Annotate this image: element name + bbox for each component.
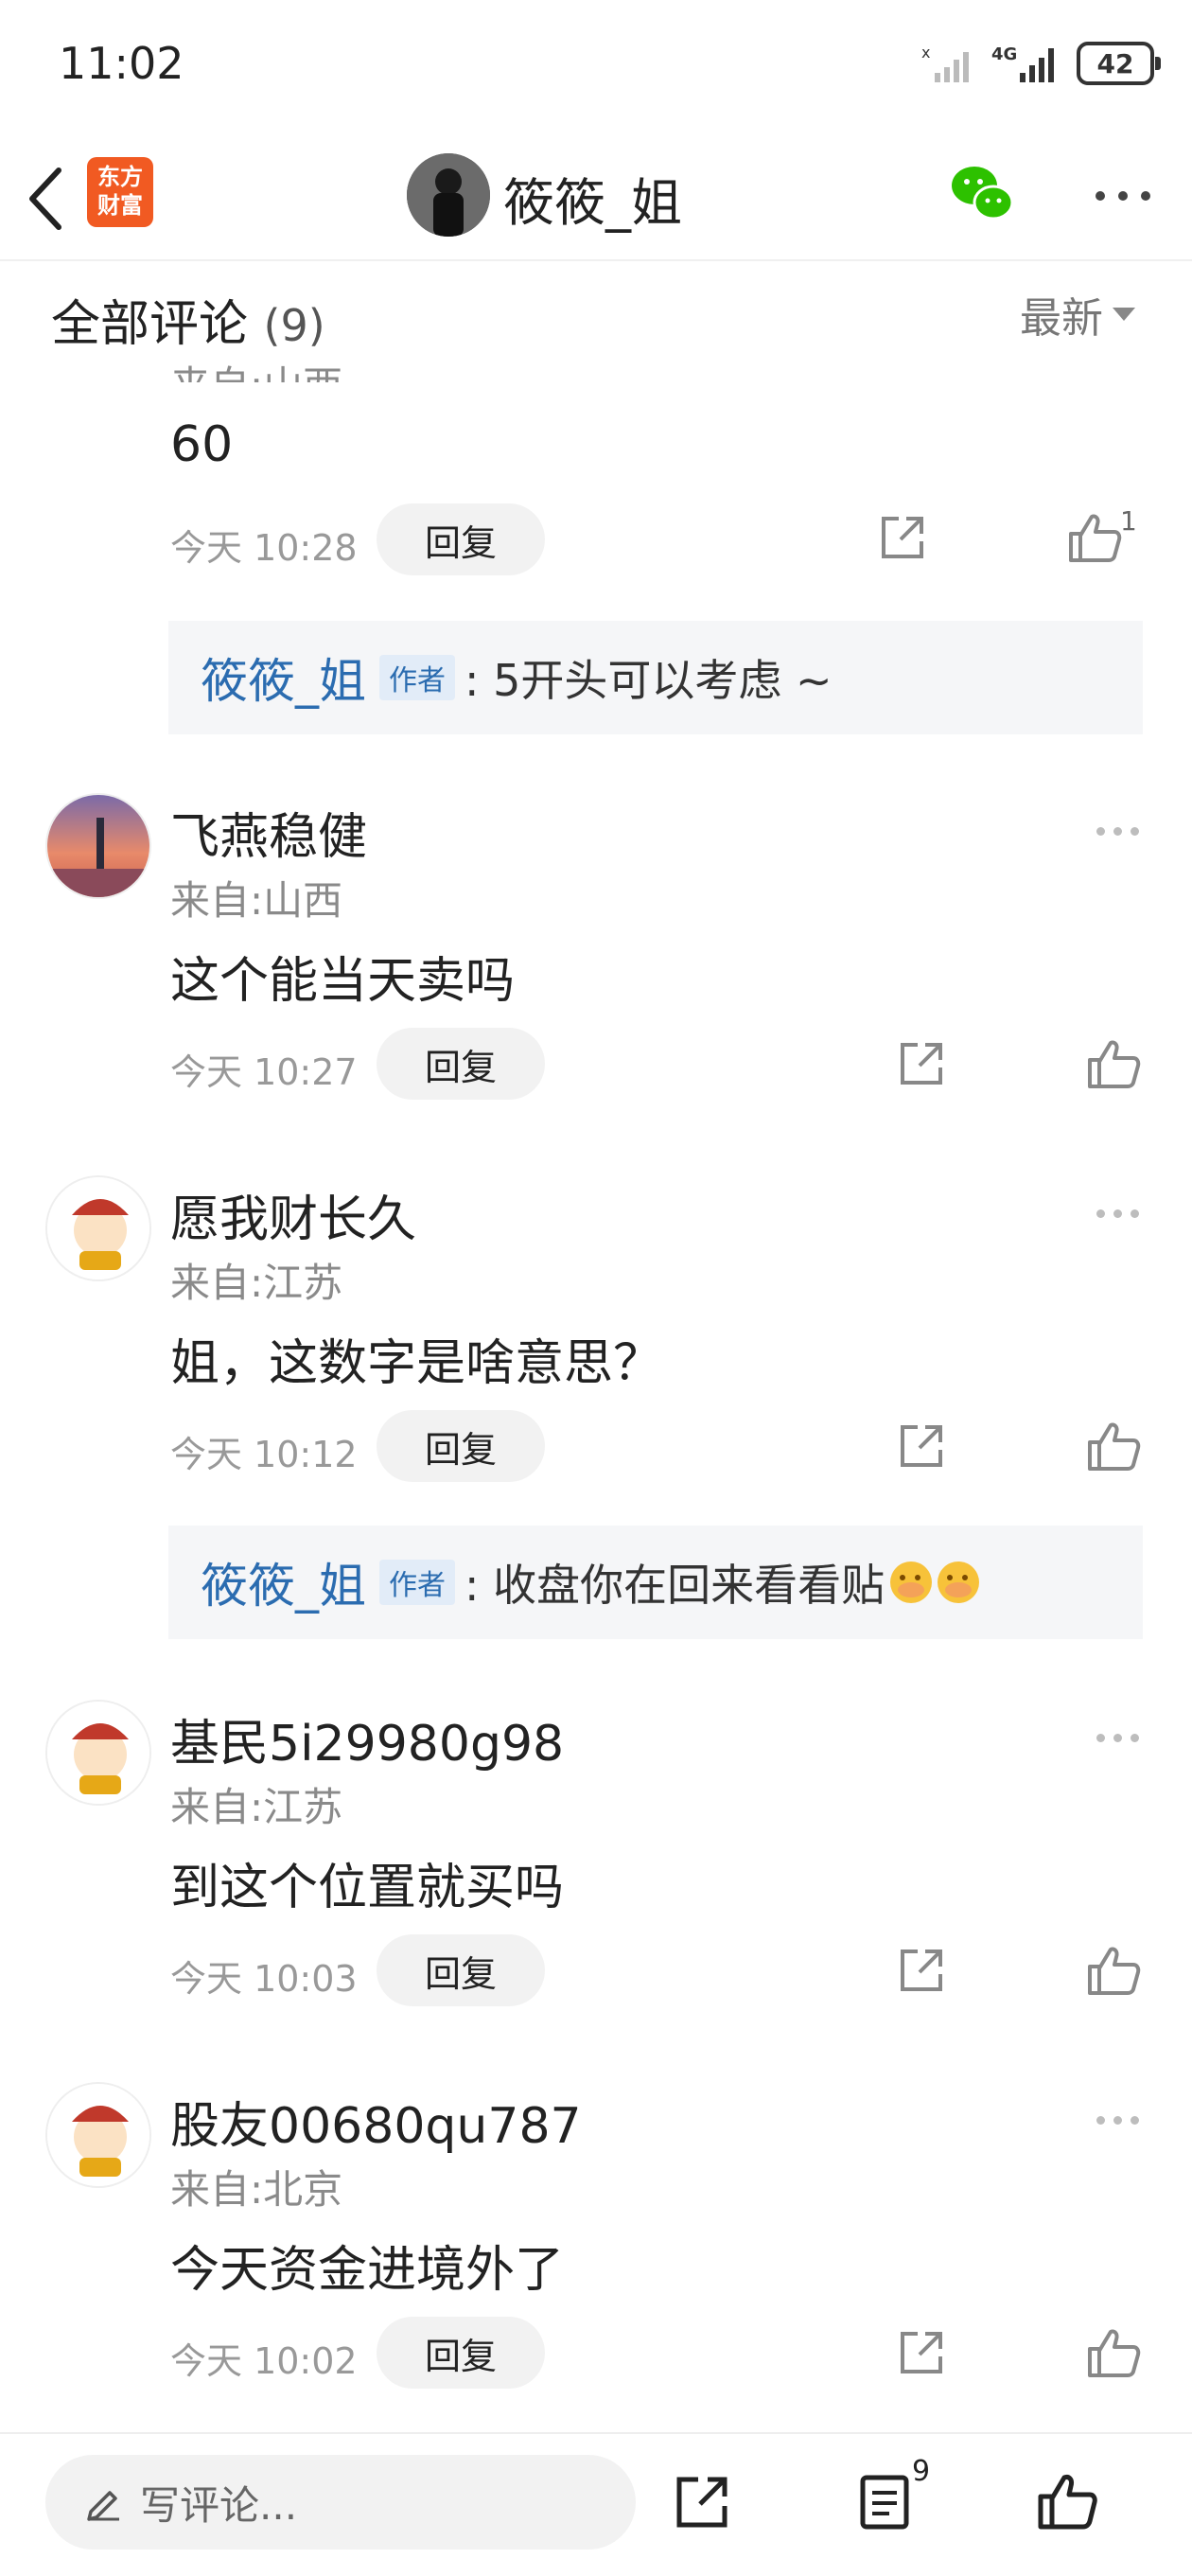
author-reply[interactable]: 筱筱_姐 作者 : 5开头可以考虑 ~ (168, 621, 1143, 734)
author-badge: 作者 (379, 655, 455, 700)
comment-list-icon[interactable] (859, 2474, 912, 2531)
comment-time: 今天 10:12 (170, 1434, 358, 1475)
write-comment-placeholder: 写评论... (140, 2481, 298, 2529)
battery-indicator: 42 (1077, 42, 1161, 85)
more-dots-icon[interactable] (1096, 1209, 1139, 1218)
reply-button[interactable]: 回复 (377, 2317, 545, 2389)
caret-down-icon (1113, 308, 1135, 321)
share-icon[interactable] (897, 2328, 946, 2377)
reply-button[interactable]: 回复 (377, 503, 545, 575)
author-reply-name[interactable]: 筱筱_姐 (201, 644, 366, 712)
share-icon[interactable] (674, 2474, 730, 2531)
app-logo[interactable]: 东方 财富 (87, 157, 153, 227)
comment-author[interactable]: 基民5i29980g98 (170, 1703, 564, 1774)
write-comment-input[interactable]: 写评论... (45, 2455, 636, 2550)
avatar[interactable] (45, 2082, 151, 2188)
comment-location: 来自:北京 (170, 2166, 343, 2213)
avatar[interactable] (45, 1700, 151, 1806)
emoji-icon (938, 1561, 980, 1603)
emoji-icon (890, 1561, 933, 1603)
author-reply-name[interactable]: 筱筱_姐 (201, 1548, 366, 1616)
like-count: 1 (1120, 505, 1137, 537)
comments-title: 全部评论 (51, 296, 249, 353)
author-reply[interactable]: 筱筱_姐 作者 : 收盘你在回来看看贴 (168, 1526, 1143, 1639)
comment-time: 今天 10:03 (170, 1958, 358, 2000)
comment-time: 今天 10:02 (170, 2340, 358, 2382)
thumbs-up-icon[interactable] (1086, 1037, 1141, 1090)
comment-author[interactable]: 飞燕稳健 (170, 797, 367, 868)
more-dots-icon[interactable] (1096, 191, 1150, 201)
top-nav-bar: 东方 财富 筱筱_姐 (0, 142, 1192, 261)
comment-location: 来自:江苏 (170, 1260, 343, 1306)
comment-location: 来自:山西 (170, 877, 343, 924)
signal-4g-icon: 4G (991, 44, 1054, 82)
comment-text: 60 (170, 416, 234, 473)
reply-button[interactable]: 回复 (377, 1028, 545, 1100)
comments-heading: 全部评论 (9) (51, 284, 325, 355)
logo-line-1: 东方 (97, 164, 143, 190)
more-dots-icon[interactable] (1096, 827, 1139, 836)
thumbs-up-icon[interactable] (1067, 511, 1122, 564)
signal-off-icon: x (921, 44, 969, 82)
thumbs-up-icon[interactable] (1086, 2326, 1141, 2379)
share-icon[interactable] (878, 513, 927, 562)
comment-count-badge: 9 (912, 2455, 931, 2488)
comment-author[interactable]: 愿我财长久 (170, 1179, 416, 1250)
comment-text: 今天资金进境外了 (170, 2242, 565, 2299)
share-icon[interactable] (897, 1039, 946, 1088)
sort-label: 最新 (1020, 294, 1103, 343)
author-reply-text: : 收盘你在回来看看贴 (465, 1560, 885, 1611)
share-icon[interactable] (897, 1421, 946, 1471)
comment-location: 来自:江苏 (170, 1784, 343, 1830)
author-avatar[interactable] (407, 153, 490, 237)
wechat-icon[interactable] (950, 163, 1014, 225)
bottom-action-bar: 写评论... 9 (0, 2432, 1192, 2576)
pen-icon (87, 2491, 119, 2521)
share-icon[interactable] (897, 1946, 946, 1995)
avatar[interactable] (45, 1175, 151, 1281)
status-time: 11:02 (59, 38, 184, 89)
author-badge: 作者 (379, 1560, 455, 1605)
thumbs-up-icon[interactable] (1086, 1944, 1141, 1997)
status-icons: x 4G 42 (921, 42, 1161, 85)
comment-location: 来自:山西 (170, 354, 342, 382)
page-title[interactable]: 筱筱_姐 (503, 161, 682, 236)
comment-time: 今天 10:27 (170, 1051, 358, 1093)
thumbs-up-icon[interactable] (1037, 2472, 1097, 2531)
reply-button[interactable]: 回复 (377, 1410, 545, 1482)
svg-text:x: x (921, 44, 930, 62)
more-dots-icon[interactable] (1096, 1734, 1139, 1742)
comment-author[interactable]: 股友00680qu787 (170, 2086, 582, 2157)
comment-text: 姐，这数字是啥意思？ (170, 1335, 663, 1392)
logo-line-2: 财富 (97, 192, 143, 219)
avatar[interactable] (45, 793, 151, 899)
comment-text: 这个能当天卖吗 (170, 953, 516, 1010)
comment-time: 今天 10:28 (170, 527, 358, 569)
thumbs-up-icon[interactable] (1086, 1420, 1141, 1473)
author-reply-text: : 5开头可以考虑 ~ (465, 655, 833, 706)
comments-count: (9) (263, 300, 325, 351)
sort-dropdown[interactable]: 最新 (1020, 284, 1135, 344)
battery-level: 42 (1096, 47, 1134, 79)
reply-button[interactable]: 回复 (377, 1934, 545, 2006)
chevron-left-icon[interactable] (21, 161, 74, 237)
comment-text: 到这个位置就买吗 (170, 1860, 565, 1916)
more-dots-icon[interactable] (1096, 2116, 1139, 2125)
network-type: 4G (991, 44, 1017, 64)
